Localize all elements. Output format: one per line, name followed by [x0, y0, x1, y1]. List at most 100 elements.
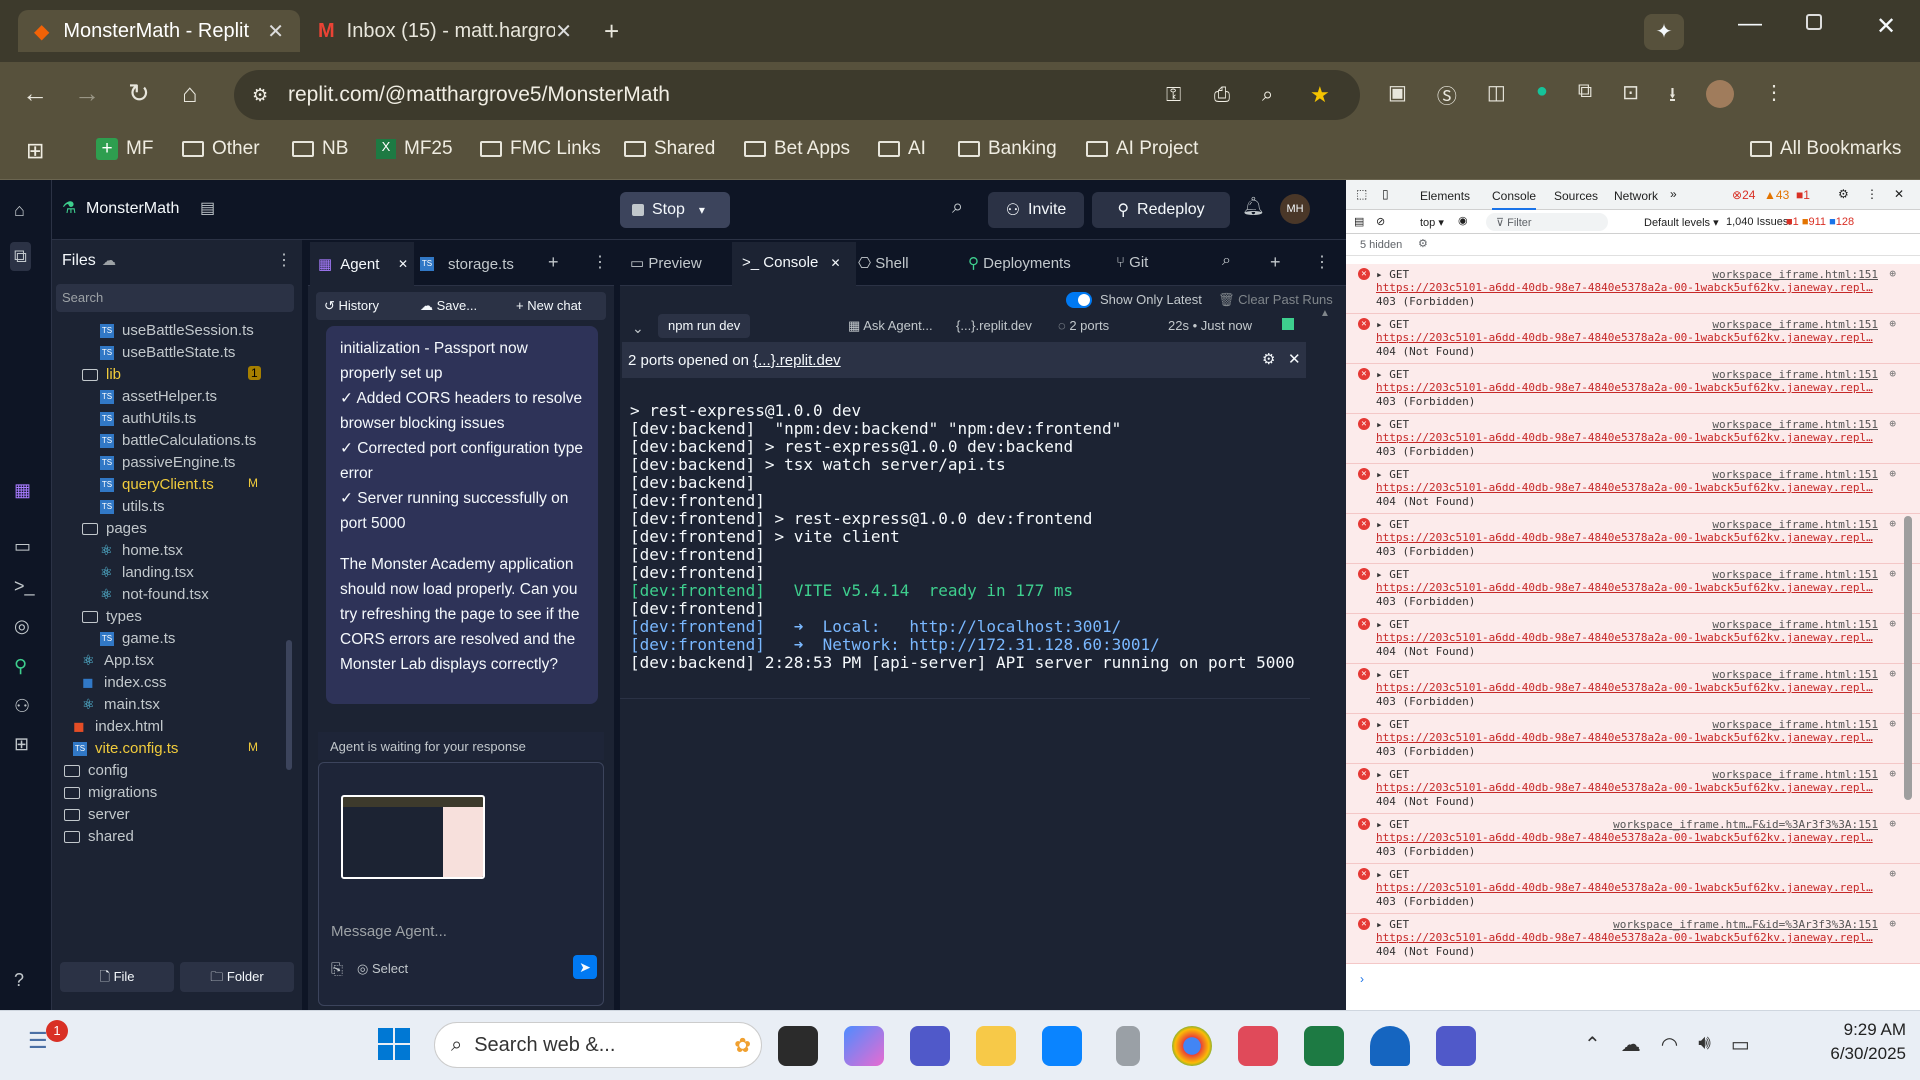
file-tree-item[interactable]: ◼ index.html: [73, 718, 163, 735]
file-tree-item[interactable]: TS useBattleSession.ts: [100, 322, 254, 339]
redeploy-button[interactable]: ⚲ Redeploy: [1092, 192, 1230, 228]
source-link[interactable]: workspace_iframe.html:151: [1712, 668, 1878, 681]
clear-console-icon[interactable]: ⊘: [1376, 215, 1385, 228]
forward-icon[interactable]: →: [74, 78, 100, 109]
preview-icon[interactable]: ▭: [14, 536, 31, 557]
console-error-entry[interactable]: ✕ ▸ GET workspace_iframe.html:151 ⊕ https://…: [1346, 264, 1920, 314]
more-options-icon[interactable]: ⋮: [276, 250, 292, 270]
info-count[interactable]: ■1: [1796, 188, 1810, 202]
console-error-entry[interactable]: ✕ ▸ GET workspace_iframe.html:151 ⊕ https://…: [1346, 514, 1920, 564]
browser-tab-gmail[interactable]: M Inbox (15) - matt.hargrove5@g ✕: [302, 10, 588, 52]
close-tab-icon[interactable]: ✕: [267, 19, 284, 44]
home-icon[interactable]: ⌂: [14, 200, 25, 221]
file-tree-item[interactable]: TS vite.config.ts M: [73, 740, 258, 757]
file-tree-item[interactable]: TS useBattleState.ts: [100, 344, 235, 361]
bookmark-ai-project[interactable]: AI Project: [1086, 138, 1198, 160]
attached-screenshot[interactable]: [341, 795, 485, 879]
source-link[interactable]: workspace_iframe.html:151: [1712, 368, 1878, 381]
tab-agent[interactable]: ▦ Agent ✕: [310, 242, 414, 286]
gemini-icon[interactable]: ✦: [1644, 14, 1684, 50]
console-error-entry[interactable]: ✕ ▸ GET ⊕ https://203c5101-a6dd-40db-98e7-4…: [1346, 864, 1920, 914]
request-url[interactable]: https://203c5101-a6dd-40db-98e7-4840e537…: [1376, 831, 1876, 844]
inspect-icon[interactable]: ⬚: [1356, 187, 1367, 201]
bookmark-banking[interactable]: Banking: [958, 138, 1057, 160]
request-url[interactable]: https://203c5101-a6dd-40db-98e7-4840e537…: [1376, 381, 1876, 394]
console-error-entry[interactable]: ✕ ▸ GET workspace_iframe.html:151 ⊕ https://…: [1346, 614, 1920, 664]
file-tree-item[interactable]: TS battleCalculations.ts: [100, 432, 256, 449]
bookmark-mf25[interactable]: X MF25: [376, 138, 453, 160]
help-icon[interactable]: ?: [14, 970, 24, 991]
cloud-icon[interactable]: ☁: [1621, 1032, 1641, 1057]
start-icon[interactable]: [378, 1028, 410, 1060]
more-options-icon[interactable]: ⋮: [592, 252, 608, 272]
message-box[interactable]: Message Agent... ⎘ ◎ Select ➤: [318, 762, 604, 1006]
tab-sources[interactable]: Sources: [1554, 189, 1598, 203]
project-name[interactable]: MonsterMath: [86, 200, 179, 218]
bookmark-nb[interactable]: NB: [292, 138, 348, 160]
request-url[interactable]: https://203c5101-a6dd-40db-98e7-4840e537…: [1376, 931, 1876, 944]
source-link[interactable]: workspace_iframe.html:151: [1712, 318, 1878, 331]
message-input[interactable]: Message Agent...: [331, 923, 447, 940]
ports-label[interactable]: ◌ 2 ports: [1058, 318, 1109, 333]
avatar[interactable]: MH: [1280, 194, 1310, 224]
tab-git[interactable]: ⑂ Git: [1116, 254, 1148, 271]
file-tree-item[interactable]: types: [82, 608, 142, 625]
levels-select[interactable]: Default levels ▾: [1644, 216, 1719, 229]
bookmark-ai[interactable]: AI: [878, 138, 926, 160]
scrollbar[interactable]: ▲: [1320, 308, 1330, 319]
file-tree-item[interactable]: migrations: [64, 784, 157, 801]
clear-past-runs[interactable]: 🗑︎ Clear Past Runs: [1218, 292, 1333, 308]
error-count[interactable]: ⊗24: [1732, 188, 1755, 202]
file-tree-item[interactable]: ◼ index.css: [82, 674, 167, 691]
extension-s-icon[interactable]: Ⓢ: [1437, 80, 1457, 114]
source-link[interactable]: workspace_iframe.htm…F&id=%3Ar3f3%3A:151: [1613, 818, 1878, 831]
omnibox[interactable]: ⚙ replit.com/@matthargrove5/MonsterMath …: [234, 70, 1360, 120]
attach-icon[interactable]: ⎘: [331, 961, 343, 978]
extension-icon[interactable]: ▣: [1388, 80, 1407, 114]
save-button[interactable]: ☁ Save...: [420, 298, 477, 314]
apps-grid-icon[interactable]: ⊞: [26, 138, 44, 164]
new-chat-button[interactable]: + New chat: [516, 298, 581, 313]
app-icon[interactable]: [1238, 1026, 1278, 1066]
close-icon[interactable]: ✕: [831, 256, 841, 270]
bookmark-shared[interactable]: Shared: [624, 138, 715, 160]
search-input[interactable]: Search: [56, 284, 294, 312]
password-key-icon[interactable]: ⚿: [1166, 84, 1181, 107]
file-tree-item[interactable]: shared: [64, 828, 134, 845]
request-url[interactable]: https://203c5101-a6dd-40db-98e7-4840e537…: [1376, 281, 1876, 294]
history-button[interactable]: ↺ History: [324, 298, 379, 314]
request-url[interactable]: https://203c5101-a6dd-40db-98e7-4840e537…: [1376, 431, 1876, 444]
console-icon[interactable]: >_: [14, 576, 35, 597]
file-tree-item[interactable]: config: [64, 762, 128, 779]
tab-storage[interactable]: TS storage.ts: [420, 242, 540, 286]
bookmark-fmc-links[interactable]: FMC Links: [480, 138, 601, 160]
sidebar-icon[interactable]: ▤: [1354, 215, 1364, 228]
copilot-icon[interactable]: [844, 1026, 884, 1066]
tab-deployments[interactable]: ⚲ Deployments: [968, 254, 1071, 272]
more-options-icon[interactable]: ⋮: [1866, 187, 1878, 201]
issue-badges[interactable]: ■1 ■911 ■128: [1786, 216, 1854, 228]
source-link[interactable]: workspace_iframe.html:151: [1712, 768, 1878, 781]
close-icon[interactable]: ✕: [1288, 350, 1301, 368]
site-info-icon[interactable]: ⚙: [252, 85, 268, 106]
console-error-entry[interactable]: ✕ ▸ GET workspace_iframe.htm…F&id=%3Ar3f3%…: [1346, 914, 1920, 964]
profile-avatar[interactable]: [1705, 80, 1734, 108]
all-bookmarks[interactable]: All Bookmarks: [1750, 138, 1901, 160]
bell-icon[interactable]: 🔔︎: [1242, 196, 1265, 217]
source-link[interactable]: workspace_iframe.html:151: [1712, 618, 1878, 631]
database-icon[interactable]: ◎: [14, 616, 30, 637]
restore-icon[interactable]: [1806, 14, 1822, 30]
zoom-icon[interactable]: ⌕: [1262, 84, 1273, 107]
source-link[interactable]: workspace_iframe.html:151: [1712, 718, 1878, 731]
clock[interactable]: 9:29 AM 6/30/2025: [1806, 1020, 1906, 1064]
file-tree-item[interactable]: ⚛ home.tsx: [100, 542, 183, 559]
teams-icon[interactable]: [1436, 1026, 1476, 1066]
console-error-entry[interactable]: ✕ ▸ GET workspace_iframe.htm…F&id=%3Ar3f3%…: [1346, 814, 1920, 864]
console-error-entry[interactable]: ✕ ▸ GET workspace_iframe.html:151 ⊕ https://…: [1346, 664, 1920, 714]
bookmark-bet-apps[interactable]: Bet Apps: [744, 138, 850, 160]
tab-search-icon[interactable]: ⊡: [1622, 80, 1639, 114]
download-icon[interactable]: ⭳: [1669, 80, 1676, 114]
files-icon[interactable]: ⧉: [10, 242, 31, 271]
source-link[interactable]: workspace_iframe.html:151: [1712, 268, 1878, 281]
all-tools-icon[interactable]: ⊞: [14, 734, 29, 755]
